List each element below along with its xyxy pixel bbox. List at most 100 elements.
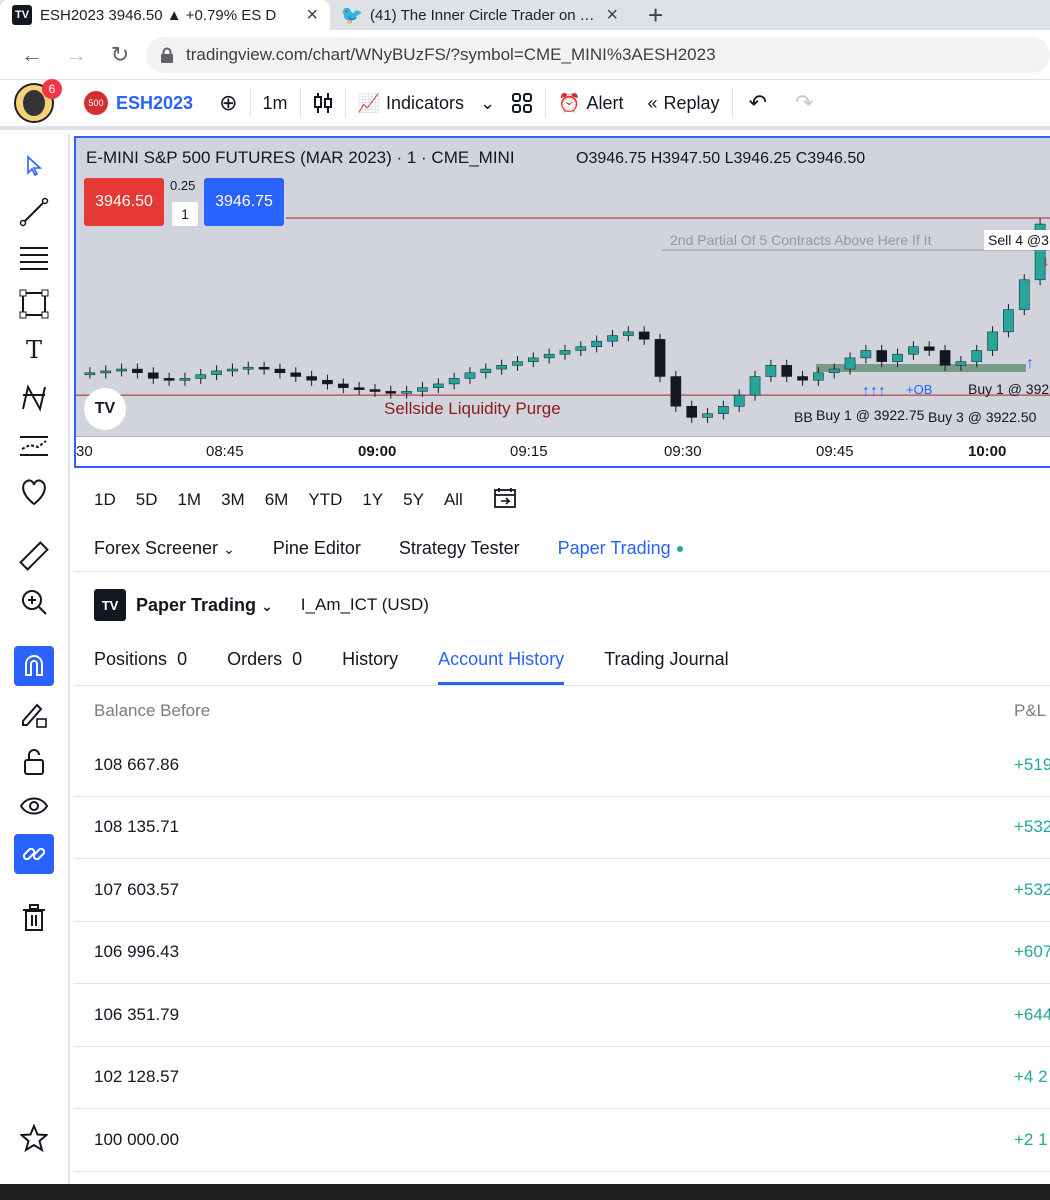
tab-pine-editor[interactable]: Pine Editor [273, 538, 361, 559]
range-3m[interactable]: 3M [221, 490, 245, 510]
chevron-down-icon[interactable]: ⌄ [476, 83, 499, 123]
candle-body [496, 365, 507, 370]
candle-body [417, 387, 428, 392]
avatar[interactable]: 6 [14, 79, 62, 123]
table-row[interactable]: 107 603.57 +532 [74, 859, 1050, 922]
account-history-table: Balance Before P&L 108 667.86 +519 108 1… [74, 688, 1050, 1172]
candle-body [939, 350, 951, 366]
indicators-button[interactable]: 📈 Indicators [346, 83, 476, 123]
candle-body [1003, 309, 1014, 333]
candle-body [337, 383, 349, 388]
candle-body [147, 372, 159, 379]
prediction-icon[interactable] [14, 426, 54, 466]
browser-tab-twitter[interactable]: 🐦 (41) The Inner Circle Trader on Tw × [330, 0, 630, 30]
alert-button[interactable]: ⏰ Alert [546, 83, 635, 123]
reload-icon[interactable]: ↻ [102, 37, 138, 73]
broker-name: Paper Trading [136, 594, 257, 615]
candle-body [908, 346, 919, 355]
close-tab-icon[interactable]: × [306, 4, 318, 27]
range-5y[interactable]: 5Y [403, 490, 424, 510]
tradingview-logo-icon[interactable]: TV [84, 388, 126, 430]
pattern-icon[interactable] [14, 378, 54, 418]
trendline-icon[interactable] [14, 192, 54, 232]
address-bar: ← → ↻ tradingview.com/chart/WNyBUzFS/?sy… [0, 30, 1050, 80]
time-axis[interactable]: 30 08:45 09:00 09:15 09:30 09:45 10:00 [76, 436, 1050, 466]
trash-icon[interactable] [14, 898, 54, 938]
candle-body [480, 368, 492, 374]
candle-body [401, 391, 412, 394]
undo-icon[interactable]: ↶ [733, 83, 783, 123]
tab-trading-journal[interactable]: Trading Journal [604, 636, 728, 685]
candle-style-icon[interactable] [301, 83, 345, 123]
tab-title: ESH2023 3946.50 ▲ +0.79% ES D [40, 6, 277, 24]
new-tab-button[interactable]: + [630, 0, 681, 30]
zoom-icon[interactable] [14, 582, 54, 622]
lock-draw-icon[interactable] [14, 694, 54, 734]
cursor-icon[interactable] [14, 146, 54, 186]
price-chart[interactable]: 2nd Partial Of 5 Contracts Above Here If… [74, 136, 1050, 468]
quantity-field[interactable]: 1 [172, 202, 198, 226]
lock-icon[interactable] [14, 742, 54, 782]
drawing-toolbar: T [0, 134, 70, 1184]
sell-button[interactable]: 3946.50 [84, 178, 164, 226]
back-arrow-icon[interactable]: ← [14, 37, 50, 73]
browser-tab-tradingview[interactable]: TV ESH2023 3946.50 ▲ +0.79% ES D × [0, 0, 330, 30]
range-all[interactable]: All [444, 490, 463, 510]
pl-cell: +532 [1014, 817, 1050, 837]
range-ytd[interactable]: YTD [308, 490, 342, 510]
tab-account-history[interactable]: Account History [438, 636, 565, 685]
range-1y[interactable]: 1Y [362, 490, 383, 510]
candle-body [876, 350, 888, 362]
tab-strategy-tester[interactable]: Strategy Tester [399, 538, 520, 559]
candle-body [670, 376, 682, 407]
candle-body [242, 366, 254, 370]
goto-date-icon[interactable] [493, 487, 517, 514]
rewind-icon: « [647, 92, 658, 113]
range-5d[interactable]: 5D [136, 490, 158, 510]
column-header-balance[interactable]: Balance Before [94, 701, 210, 721]
compare-add-icon[interactable]: ⊕ [207, 83, 249, 123]
range-6m[interactable]: 6M [265, 490, 289, 510]
symbol-search-button[interactable]: ESH2023 [116, 93, 193, 114]
tab-history[interactable]: History [342, 636, 398, 685]
ruler-icon[interactable] [14, 536, 54, 576]
tab-forex-screener[interactable]: Forex Screener ⌄ [94, 538, 235, 559]
table-row[interactable]: 108 667.86 +519 [74, 734, 1050, 797]
url-field[interactable]: tradingview.com/chart/WNyBUzFS/?symbol=C… [146, 36, 1050, 73]
bb-label: BB [794, 409, 813, 425]
eye-icon[interactable] [14, 788, 54, 828]
star-icon[interactable] [14, 1118, 54, 1158]
redo-icon[interactable]: ↷ [783, 83, 825, 123]
candle-body [432, 383, 444, 388]
tab-label: Orders [227, 648, 283, 669]
table-row[interactable]: 106 351.79 +644 [74, 984, 1050, 1047]
interval-button[interactable]: 1m [251, 83, 300, 123]
layout-grid-icon[interactable] [499, 83, 545, 123]
tab-orders[interactable]: Orders 0 [227, 636, 302, 685]
tab-positions[interactable]: Positions 0 [94, 636, 187, 685]
twitter-favicon-icon: 🐦 [340, 4, 364, 25]
text-icon[interactable]: T [14, 330, 54, 370]
forward-arrow-icon[interactable]: → [58, 37, 94, 73]
table-row[interactable]: 102 128.57 +4 2 [74, 1047, 1050, 1109]
candle-body [955, 361, 967, 366]
buy-button[interactable]: 3946.75 [204, 178, 284, 226]
magnet-icon[interactable] [14, 646, 54, 686]
link-icon[interactable] [14, 834, 54, 874]
broker-selector[interactable]: Paper Trading ⌄ [136, 595, 273, 616]
range-1m[interactable]: 1M [177, 490, 201, 510]
close-tab-icon[interactable]: × [606, 4, 618, 27]
range-1d[interactable]: 1D [94, 490, 116, 510]
indicators-label: Indicators [385, 92, 464, 113]
fib-icon[interactable] [14, 238, 54, 278]
table-row[interactable]: 108 135.71 +532 [74, 797, 1050, 859]
table-row[interactable]: 100 000.00 +2 1 [74, 1109, 1050, 1172]
candle-body [971, 350, 983, 362]
heart-icon[interactable] [14, 472, 54, 512]
shape-icon[interactable] [14, 284, 54, 324]
candle-body [797, 376, 808, 381]
replay-button[interactable]: « Replay [636, 83, 732, 123]
tab-paper-trading[interactable]: Paper Trading [558, 538, 683, 559]
table-row[interactable]: 106 996.43 +607 [74, 922, 1050, 984]
column-header-pl[interactable]: P&L [1014, 701, 1046, 721]
